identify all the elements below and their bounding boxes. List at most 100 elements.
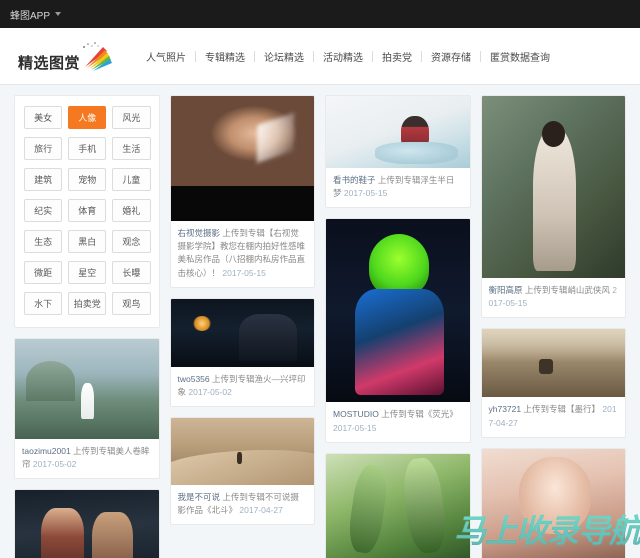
site-logo[interactable]: 精选图赏 [18,41,115,71]
photo-author[interactable]: 看书的鞋子 [333,175,376,185]
photo-caption: two5356 上传到专辑渔火—兴坪印象 2017-05-02 [171,367,315,406]
photo-masonry-grid: 美女 人像 风光 旅行 手机 生活 建筑 宠物 儿童 纪实 体育 婚礼 生态 黑… [14,95,626,558]
photo-date: 2017-04-27 [239,505,283,516]
tag-paimaidang[interactable]: 拍卖党 [68,292,107,315]
photo-card[interactable]: 我是不可说 上传到专辑不可说摄影作品《北斗》 2017-04-27 [169,417,315,526]
photo-album[interactable]: 上传到专辑《荧光》 [381,409,458,419]
tag-guannian[interactable]: 观念 [112,230,151,253]
photo-card[interactable]: taozimu2001 上传到专辑美人卷眸帘 2017-05-02 [14,338,160,480]
tag-shengtai[interactable]: 生态 [24,230,63,253]
masonry-column-3: 看书的鞋子 上传到专辑浮生半日梦 2017-05-15 MOSTUDIO 上传到… [325,95,471,558]
photo-author[interactable]: 我是不可说 [178,492,221,502]
photo-thumbnail[interactable] [326,219,470,403]
photo-thumbnail[interactable] [326,96,470,168]
tag-shouji[interactable]: 手机 [68,137,107,160]
photo-image [15,490,159,558]
photo-thumbnail[interactable] [15,490,159,558]
photo-date: 2017-05-15 [343,188,388,199]
photo-date: 2017-05-02 [188,386,232,397]
nav-item-auction[interactable]: 拍卖党 [373,49,421,64]
photo-caption: 右视觉摄影 上传到专辑【右视觉摄影学院】教您在棚内拍好性感唯美私房作品（八招棚内… [171,221,315,287]
tag-xingkong[interactable]: 星空 [68,261,107,284]
top-utility-bar: 蜂图APP [0,0,640,28]
tag-ertong[interactable]: 儿童 [112,168,151,191]
site-logo-text: 精选图赏 [18,55,81,72]
nav-item-album-picks[interactable]: 专辑精选 [196,49,254,64]
photo-card[interactable]: 右视觉摄影 上传到专辑【右视觉摄影学院】教您在棚内拍好性感唯美私房作品（八招棚内… [169,95,315,288]
category-tag-grid: 美女 人像 风光 旅行 手机 生活 建筑 宠物 儿童 纪实 体育 婚礼 生态 黑… [24,106,151,315]
photo-image [15,339,159,439]
photo-author[interactable]: 衡阳高原 [489,285,523,295]
photo-author[interactable]: yh73721 [489,404,522,414]
photo-author[interactable]: MOSTUDIO [333,409,379,419]
photo-date: 2017-05-15 [333,422,377,433]
photo-card[interactable]: 看书的鞋子 上传到专辑浮生半日梦 2017-05-15 [325,95,471,209]
photo-thumbnail[interactable] [170,418,314,486]
photo-image [481,329,625,398]
tag-hunli[interactable]: 婚礼 [112,199,151,222]
photo-image [481,96,625,278]
photo-card[interactable]: MOSTUDIO 上传到专辑《荧光》 2017-05-15 [325,218,471,443]
photo-thumbnail[interactable] [15,339,159,439]
photo-thumbnail[interactable] [481,96,625,278]
photo-image [170,418,314,486]
photo-card[interactable]: two5356 上传到专辑渔火—兴坪印象 2017-05-02 [169,297,315,408]
tag-weiju[interactable]: 微距 [24,261,63,284]
app-download-link[interactable]: 蜂图APP [10,7,62,22]
photo-caption: MOSTUDIO 上传到专辑《荧光》 2017-05-15 [326,402,470,441]
tag-tiyu[interactable]: 体育 [68,199,107,222]
content-area: 美女 人像 风光 旅行 手机 生活 建筑 宠物 儿童 纪实 体育 婚礼 生态 黑… [0,85,640,558]
tag-meinv[interactable]: 美女 [24,106,63,129]
photo-thumbnail[interactable] [326,453,470,558]
tag-chongwu[interactable]: 宠物 [68,168,107,191]
masonry-column-1: 美女 人像 风光 旅行 手机 生活 建筑 宠物 儿童 纪实 体育 婚礼 生态 黑… [14,95,160,558]
tag-shuixia[interactable]: 水下 [24,292,63,315]
photo-thumbnail[interactable] [170,298,314,367]
photo-card[interactable]: 衡阳高原 上传到专辑峭山武侠风 2017-05-15 [480,95,626,319]
photo-thumbnail[interactable] [481,329,625,398]
tag-jishi[interactable]: 纪实 [24,199,63,222]
nav-item-forum-picks[interactable]: 论坛精选 [255,49,313,64]
photo-image [170,96,314,221]
photo-caption: 我是不可说 上传到专辑不可说摄影作品《北斗》 2017-04-27 [171,485,315,524]
masonry-column-2: 右视觉摄影 上传到专辑【右视觉摄影学院】教您在棚内拍好性感唯美私房作品（八招棚内… [169,95,315,526]
logo-brush-icon [81,41,115,71]
tag-lvxing[interactable]: 旅行 [24,137,63,160]
photo-card[interactable] [480,447,626,558]
site-header: 精选图赏 人气照片 专辑精选 论坛精选 活动精选 拍卖党 资源存储 匿赏数据查询 [0,28,640,85]
tag-shenghuo[interactable]: 生活 [112,137,151,160]
masonry-column-4: 衡阳高原 上传到专辑峭山武侠风 2017-05-15 yh73721 上传到专辑… [480,95,626,558]
photo-caption: yh73721 上传到专辑【墨行】 2017-04-27 [482,397,626,436]
photo-image [326,96,470,168]
photo-letterbox [170,186,314,221]
nav-item-popular-photos[interactable]: 人气照片 [137,49,195,64]
photo-author[interactable]: 右视觉摄影 [178,228,221,238]
photo-image [326,219,470,403]
tag-jianzhu[interactable]: 建筑 [24,168,63,191]
tag-heibai[interactable]: 黑白 [68,230,107,253]
photo-image [326,453,470,558]
photo-card[interactable]: 只是想摄 上传到专辑摄影～～～～鲜 [14,489,160,558]
photo-album[interactable]: 上传到专辑【墨行】 [524,404,601,414]
photo-date: 2017-05-02 [32,459,77,470]
photo-thumbnail[interactable] [481,448,625,558]
photo-album[interactable]: 上传到专辑峭山武侠风 [525,285,610,295]
nav-item-reward-data-query[interactable]: 匿赏数据查询 [481,49,559,64]
photo-thumbnail[interactable] [170,96,314,221]
photo-image [481,448,625,558]
tag-fengguang[interactable]: 风光 [112,106,151,129]
photo-date: 2017-05-15 [222,267,266,278]
photo-caption: 看书的鞋子 上传到专辑浮生半日梦 2017-05-15 [326,168,470,207]
photo-image [170,298,314,367]
photo-card[interactable]: yh73721 上传到专辑【墨行】 2017-04-27 [480,328,626,438]
photo-card[interactable] [325,452,471,558]
app-download-label: 蜂图APP [10,10,51,22]
photo-author[interactable]: two5356 [178,374,210,384]
photo-author[interactable]: taozimu2001 [22,446,71,456]
chevron-down-icon[interactable] [55,12,62,16]
nav-item-event-picks[interactable]: 活动精选 [314,49,372,64]
tag-renxiang[interactable]: 人像 [68,106,107,129]
tag-changpu[interactable]: 长曝 [112,261,151,284]
tag-guanniao[interactable]: 观鸟 [112,292,151,315]
nav-item-resource-storage[interactable]: 资源存储 [422,49,480,64]
